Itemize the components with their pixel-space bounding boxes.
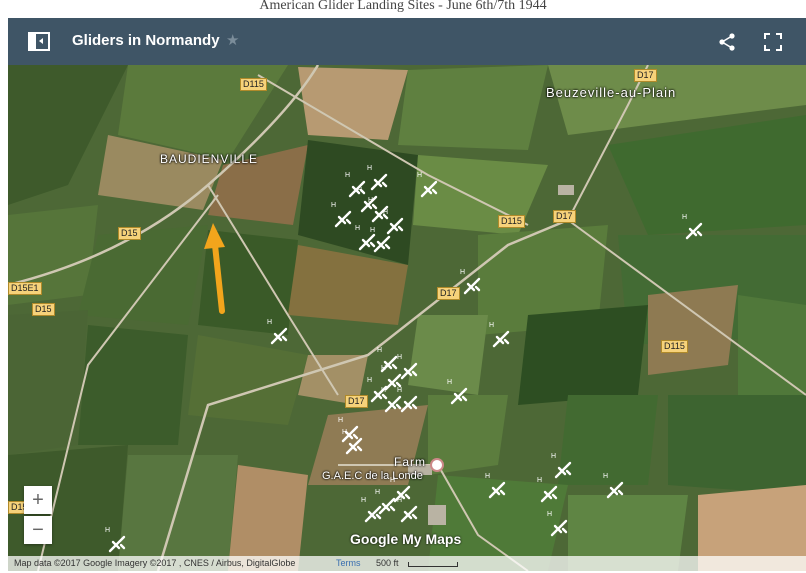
road-label: D17 xyxy=(634,69,657,82)
glider-marker-icon[interactable] xyxy=(685,222,703,240)
sidebar-toggle-icon[interactable] xyxy=(28,32,50,51)
glider-marker-label: H xyxy=(375,489,381,496)
place-gaec: G.A.E.C de la Londe xyxy=(322,470,423,482)
glider-marker-label: H xyxy=(381,387,387,394)
road-label: D17 xyxy=(437,287,460,300)
terms-link[interactable]: Terms xyxy=(336,558,361,568)
road-label: D17 xyxy=(553,210,576,223)
glider-marker-label: H xyxy=(397,387,403,394)
glider-marker-label: H xyxy=(345,172,351,179)
glider-marker-label: H xyxy=(377,347,383,354)
road-label: D15E1 xyxy=(8,282,42,295)
road-label: D115 xyxy=(240,78,267,91)
place-baudienville: BAUDIENVILLE xyxy=(160,152,259,166)
glider-marker-label: H xyxy=(682,214,688,221)
zoom-in-button[interactable]: + xyxy=(24,486,52,514)
glider-marker-icon[interactable] xyxy=(364,505,382,523)
glider-marker-label: H xyxy=(551,453,557,460)
glider-marker-icon[interactable] xyxy=(386,217,404,235)
glider-marker-label: H xyxy=(603,473,609,480)
glider-marker-label: H xyxy=(342,429,348,436)
glider-marker-label: H xyxy=(460,269,466,276)
glider-marker-label: H xyxy=(397,497,403,504)
glider-marker-icon[interactable] xyxy=(540,485,558,503)
glider-marker-label: H xyxy=(447,379,453,386)
glider-marker-label: H xyxy=(370,227,376,234)
road-label: D15 xyxy=(32,303,55,316)
scale-line xyxy=(408,562,458,567)
glider-marker-icon[interactable] xyxy=(554,461,572,479)
glider-marker-icon[interactable] xyxy=(400,395,418,413)
glider-marker-label: H xyxy=(355,225,361,232)
satellite-map[interactable]: BAUDIENVILLE Beuzeville-au-Plain Farm G.… xyxy=(8,65,806,571)
glider-marker-label: H xyxy=(331,202,337,209)
map-header: Gliders in Normandy ★ xyxy=(8,18,806,65)
glider-marker-icon[interactable] xyxy=(108,535,126,553)
glider-marker-icon[interactable] xyxy=(450,387,468,405)
glider-marker-icon[interactable] xyxy=(488,481,506,499)
glider-marker-label: H xyxy=(383,209,389,216)
glider-marker-label: H xyxy=(381,365,387,372)
glider-marker-icon[interactable] xyxy=(270,327,288,345)
glider-marker-icon[interactable] xyxy=(463,277,481,295)
map-data-credit: Map data ©2017 Google Imagery ©2017 , CN… xyxy=(14,558,296,568)
glider-marker-icon[interactable] xyxy=(606,481,624,499)
glider-marker-label: H xyxy=(357,187,363,194)
farm-marker-icon[interactable] xyxy=(430,458,444,472)
place-farm: Farm xyxy=(394,455,426,469)
place-beuzeville: Beuzeville-au-Plain xyxy=(546,85,677,100)
glider-marker-label: H xyxy=(537,477,543,484)
glider-marker-label: H xyxy=(397,354,403,361)
glider-marker-label: H xyxy=(267,319,273,326)
zoom-out-button[interactable]: − xyxy=(24,516,52,544)
map-frame: Gliders in Normandy ★ BAUDIENVILLE Beuze… xyxy=(8,18,806,571)
glider-marker-icon[interactable] xyxy=(334,210,352,228)
glider-marker-label: H xyxy=(338,417,344,424)
scale-bar: 500 ft xyxy=(376,558,399,568)
star-icon[interactable]: ★ xyxy=(226,31,239,49)
map-title: Gliders in Normandy xyxy=(72,32,220,49)
glider-marker-label: H xyxy=(390,477,396,484)
glider-marker-icon[interactable] xyxy=(420,180,438,198)
glider-marker-label: H xyxy=(485,473,491,480)
glider-marker-icon[interactable] xyxy=(400,505,418,523)
glider-marker-label: H xyxy=(361,497,367,504)
glider-marker-icon[interactable] xyxy=(373,235,391,253)
road-label: D17 xyxy=(345,395,368,408)
share-icon[interactable] xyxy=(718,33,736,51)
glider-marker-label: H xyxy=(417,172,423,179)
glider-marker-icon[interactable] xyxy=(370,173,388,191)
road-label: D15 xyxy=(118,227,141,240)
road-label: D115 xyxy=(498,215,525,228)
road-label: D115 xyxy=(661,340,688,353)
map-attribution: Map data ©2017 Google Imagery ©2017 , CN… xyxy=(8,556,806,571)
google-my-maps-logo: Google My Maps xyxy=(350,531,462,547)
glider-marker-icon[interactable] xyxy=(345,437,363,455)
glider-marker-label: H xyxy=(367,165,373,172)
fullscreen-icon[interactable] xyxy=(764,33,782,51)
glider-marker-label: H xyxy=(367,377,373,384)
glider-marker-label: H xyxy=(368,197,374,204)
glider-marker-label: H xyxy=(105,527,111,534)
glider-marker-icon[interactable] xyxy=(492,330,510,348)
glider-marker-label: H xyxy=(489,322,495,329)
map-caption: American Glider Landing Sites - June 6th… xyxy=(259,0,547,13)
glider-marker-icon[interactable] xyxy=(400,362,418,380)
glider-marker-icon[interactable] xyxy=(550,519,568,537)
glider-marker-label: H xyxy=(547,511,553,518)
